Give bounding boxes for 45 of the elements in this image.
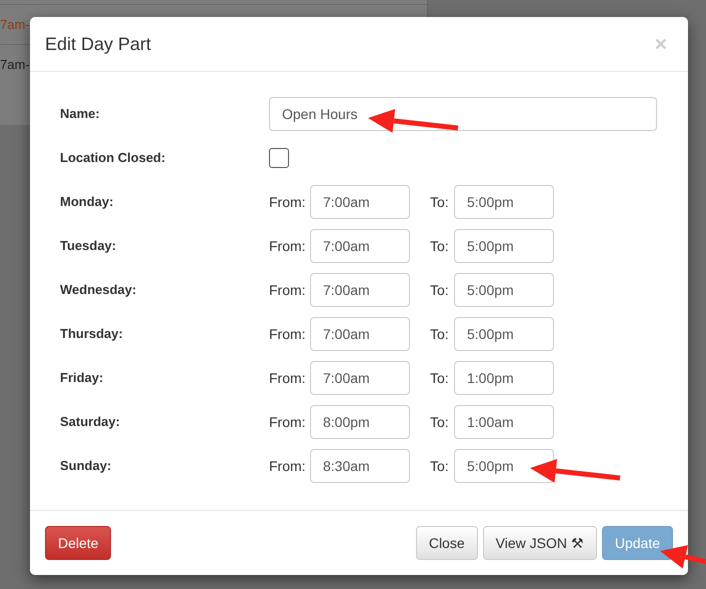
from-time-field[interactable]: 8:00pm — [310, 405, 410, 439]
to-label: To: — [430, 368, 450, 388]
from-label: From: — [269, 456, 307, 476]
to-label: To: — [430, 280, 450, 300]
dialog-button[interactable]: Close — [416, 526, 478, 560]
day-label: Friday: — [60, 369, 104, 388]
from-time-field[interactable]: 7:00am — [310, 185, 410, 219]
from-label: From: — [269, 412, 307, 432]
to-label: To: — [430, 412, 450, 432]
name-field[interactable]: Open Hours — [269, 97, 657, 131]
from-label: From: — [269, 368, 307, 388]
day-label: Saturday: — [60, 413, 121, 432]
location-closed-checkbox[interactable] — [269, 148, 289, 168]
to-time-field[interactable]: 1:00pm — [454, 361, 554, 395]
to-time-field[interactable]: 5:00pm — [454, 273, 554, 307]
from-label: From: — [269, 236, 307, 256]
from-label: From: — [269, 324, 307, 344]
from-label: From: — [269, 280, 307, 300]
background-text: 7am- — [0, 56, 30, 74]
dialog-title: Edit Day Part — [45, 32, 152, 56]
day-label: Tuesday: — [60, 237, 118, 256]
to-label: To: — [430, 456, 450, 476]
from-time-field[interactable]: 7:00am — [310, 229, 410, 263]
from-time-field[interactable]: 7:00am — [310, 361, 410, 395]
to-label: To: — [430, 236, 450, 256]
from-time-field[interactable]: 8:30am — [310, 449, 410, 483]
to-time-field[interactable]: 5:00pm — [454, 449, 554, 483]
delete-button[interactable]: Delete — [45, 526, 112, 560]
day-label: Wednesday: — [60, 281, 138, 300]
to-label: To: — [430, 324, 450, 344]
to-time-field[interactable]: 5:00pm — [454, 185, 554, 219]
day-label: Sunday: — [60, 457, 112, 476]
to-time-field[interactable]: 5:00pm — [454, 229, 554, 263]
from-time-field[interactable]: 7:00am — [310, 273, 410, 307]
field-label: Location Closed: — [60, 149, 166, 168]
to-time-field[interactable]: 1:00am — [454, 405, 554, 439]
from-label: From: — [269, 192, 307, 212]
to-label: To: — [430, 192, 450, 212]
dialog-button[interactable]: View JSON ⚒ — [482, 526, 597, 560]
from-time-field[interactable]: 7:00am — [310, 317, 410, 351]
annotation-arrow — [660, 545, 706, 569]
day-label: Thursday: — [60, 325, 124, 344]
day-label: Monday: — [60, 193, 114, 212]
field-label: Name: — [60, 105, 101, 124]
to-time-field[interactable]: 5:00pm — [454, 317, 554, 351]
